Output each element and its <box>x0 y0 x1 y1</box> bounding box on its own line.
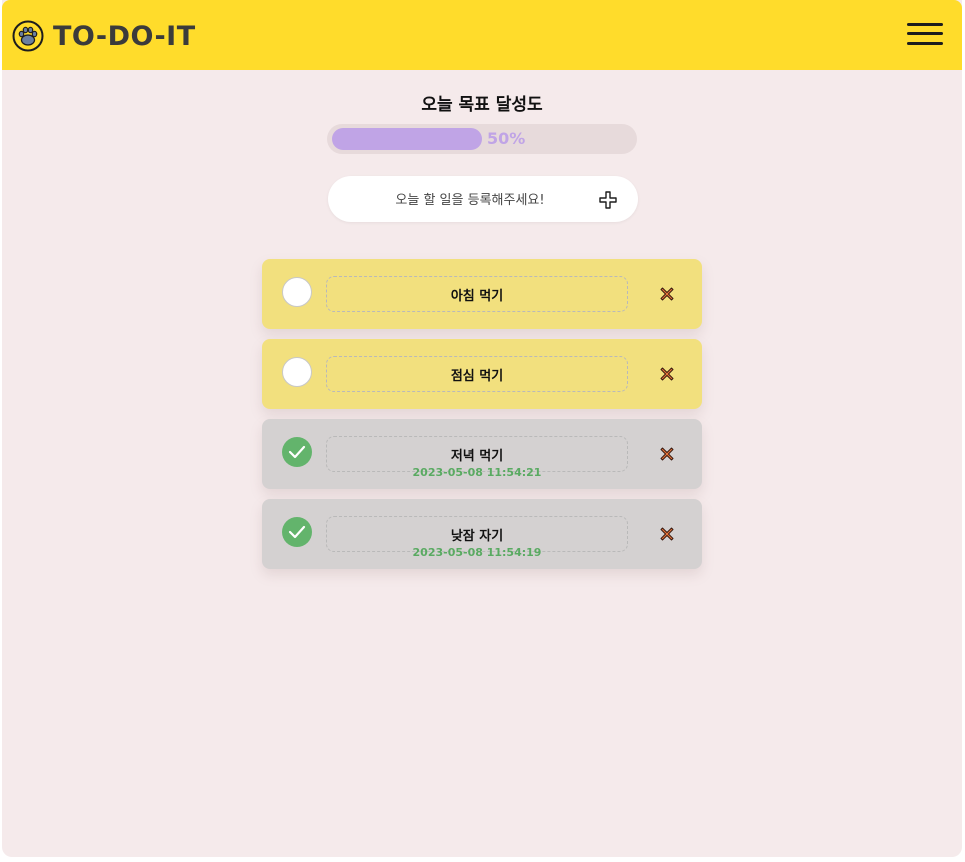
progress-fill <box>332 128 482 150</box>
todo-item: 점심 먹기 <box>262 339 702 409</box>
checkmark-icon <box>288 445 306 459</box>
logo[interactable]: TO-DO-IT <box>12 20 196 52</box>
app-title: TO-DO-IT <box>53 20 196 52</box>
todo-text: 아침 먹기 <box>450 289 504 304</box>
todo-text: 저녁 먹기 <box>450 449 504 464</box>
top-bar: TO-DO-IT <box>2 0 962 70</box>
todo-item: 낮잠 자기 2023-05-08 11:54:19 <box>262 499 702 569</box>
todo-text: 낮잠 자기 <box>450 529 504 544</box>
todo-list: 아침 먹기점심 먹기저녁 먹기 2023-05-08 11:54:21 낮잠 자기 2… <box>262 259 702 579</box>
close-x-icon[interactable] <box>659 446 675 462</box>
unchecked-checkbox[interactable] <box>282 357 312 387</box>
completed-timestamp: 2023-05-08 11:54:21 <box>412 466 542 479</box>
checked-checkbox[interactable] <box>282 517 312 547</box>
menu-line <box>907 32 943 35</box>
close-x-icon[interactable] <box>659 366 675 382</box>
menu-line <box>907 42 943 45</box>
todo-item: 아침 먹기 <box>262 259 702 329</box>
menu-line <box>907 23 943 26</box>
plus-icon[interactable] <box>598 190 618 210</box>
add-todo-form <box>328 176 638 222</box>
todo-text-box[interactable]: 점심 먹기 <box>326 356 628 392</box>
todo-item: 저녁 먹기 2023-05-08 11:54:21 <box>262 419 702 489</box>
checked-checkbox[interactable] <box>282 437 312 467</box>
progress-title: 오늘 목표 달성도 <box>421 95 543 115</box>
progress-label: 50% <box>487 129 526 148</box>
hamburger-menu-icon[interactable] <box>907 21 945 47</box>
unchecked-checkbox[interactable] <box>282 277 312 307</box>
completed-timestamp: 2023-05-08 11:54:19 <box>412 546 542 559</box>
paw-icon <box>12 20 44 52</box>
todo-text-box[interactable]: 아침 먹기 <box>326 276 628 312</box>
add-todo-input[interactable] <box>348 184 592 216</box>
close-x-icon[interactable] <box>659 526 675 542</box>
todo-text-box[interactable]: 낮잠 자기 2023-05-08 11:54:19 <box>326 516 628 559</box>
todo-text: 점심 먹기 <box>450 369 504 384</box>
close-x-icon[interactable] <box>659 286 675 302</box>
progress-bar: 50% <box>327 124 637 154</box>
checkmark-icon <box>288 525 306 539</box>
app-frame: TO-DO-IT 오늘 목표 달성도 50% 아침 먹기점심 먹기저녁 먹기 20… <box>2 0 962 857</box>
todo-text-box[interactable]: 저녁 먹기 2023-05-08 11:54:21 <box>326 436 628 479</box>
